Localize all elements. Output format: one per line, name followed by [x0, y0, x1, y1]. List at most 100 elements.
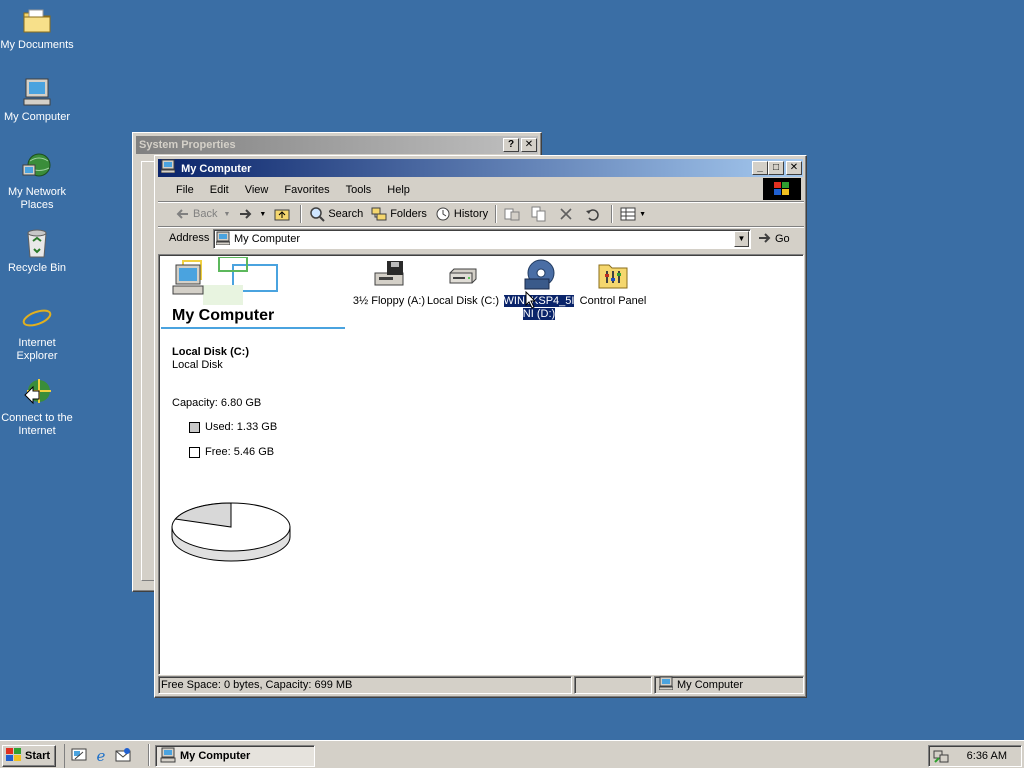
delete-icon: [558, 206, 574, 222]
maximize-button[interactable]: □: [768, 161, 784, 175]
desktop-icon-connect-to-internet[interactable]: Connect to the Internet: [0, 377, 74, 438]
system-tray: 6:36 AM: [928, 745, 1022, 767]
taskbar-divider: [148, 744, 150, 766]
address-input[interactable]: My Computer ▼: [213, 229, 751, 249]
desktop-icon-my-documents[interactable]: My Documents: [0, 4, 74, 52]
status-panel-info: Free Space: 0 bytes, Capacity: 699 MB: [158, 676, 572, 694]
desktop-icon-label: My Documents: [0, 39, 74, 51]
folders-icon: [371, 206, 387, 222]
show-desktop-icon[interactable]: [71, 747, 87, 766]
forward-button[interactable]: ▼: [234, 203, 270, 225]
free-swatch: [189, 446, 200, 458]
free-legend: Free: 5.46 GB: [189, 446, 274, 458]
status-panel-empty: [574, 676, 652, 694]
desktop-icon-internet-explorer[interactable]: e Internet Explorer: [0, 302, 74, 363]
undo-button[interactable]: [581, 203, 608, 225]
taskbar: Start e My Computer 6:36 AM: [0, 740, 1024, 768]
chevron-down-icon: ▼: [259, 210, 267, 218]
used-text: Used: 1.33 GB: [205, 421, 278, 433]
desktop-icon-my-computer[interactable]: My Computer: [0, 76, 74, 124]
up-folder-button[interactable]: [270, 203, 297, 225]
used-legend: Used: 1.33 GB: [189, 421, 277, 433]
menu-view[interactable]: View: [237, 181, 277, 199]
back-button[interactable]: Back ▼: [170, 203, 234, 225]
go-arrow-icon: [758, 232, 772, 247]
outlook-express-icon[interactable]: [115, 747, 131, 766]
menu-file[interactable]: File: [168, 181, 202, 199]
menu-tools[interactable]: Tools: [338, 181, 380, 199]
minimize-button[interactable]: _: [752, 161, 768, 175]
computer-icon: [171, 263, 205, 300]
drive-item-cd-d[interactable]: WIN2KSP4_5I NI (D:): [501, 259, 577, 321]
drive-name: Local Disk (C:): [172, 346, 250, 358]
address-dropdown-button[interactable]: ▼: [734, 231, 749, 247]
system-properties-titlebar[interactable]: System Properties ? ✕: [136, 136, 538, 154]
computer-icon: [215, 231, 231, 248]
taskbar-button-my-computer[interactable]: My Computer: [155, 745, 315, 767]
close-button[interactable]: ✕: [786, 161, 802, 175]
forward-arrow-icon: [238, 206, 254, 222]
quick-launch: e: [64, 744, 131, 768]
toolbar-separator: [611, 205, 614, 223]
delete-button[interactable]: [554, 203, 581, 225]
cd-drive-icon: [523, 259, 555, 291]
address-bar: Address My Computer ▼ Go: [160, 227, 802, 251]
page-title: My Computer: [172, 307, 275, 324]
free-text: Free: 5.46 GB: [205, 446, 275, 458]
menu-help[interactable]: Help: [379, 181, 418, 199]
recycle-bin-icon: [21, 227, 53, 259]
internet-explorer-icon: e: [21, 302, 53, 336]
toolbar-separator: [300, 205, 303, 223]
views-button[interactable]: ▼: [616, 203, 650, 225]
svg-text:e: e: [97, 747, 106, 763]
system-properties-body: [141, 161, 155, 581]
connect-internet-icon: [21, 377, 53, 409]
toolbar-separator: [495, 205, 498, 223]
mouse-cursor-icon: [525, 290, 537, 312]
windows-logo: [763, 178, 801, 200]
search-icon: [309, 206, 326, 222]
my-computer-titlebar[interactable]: My Computer _ □ ✕: [158, 159, 803, 177]
help-button[interactable]: ?: [503, 138, 519, 152]
folders-button[interactable]: Folders: [367, 203, 431, 225]
window-icon: [160, 159, 176, 179]
copy-to-button[interactable]: [527, 203, 554, 225]
status-zone-label: My Computer: [677, 679, 744, 691]
taskbar-button-label: My Computer: [180, 750, 251, 762]
content-pane[interactable]: My Computer Local Disk (C:) Local Disk C…: [158, 254, 804, 675]
close-button[interactable]: ✕: [521, 138, 537, 152]
move-to-button[interactable]: [500, 203, 527, 225]
desktop-icon-label: Connect to the Internet: [1, 412, 73, 437]
clock[interactable]: 6:36 AM: [967, 750, 1007, 762]
desktop-icon-my-network-places[interactable]: My Network Places: [0, 151, 74, 212]
start-label: Start: [25, 750, 51, 762]
search-button[interactable]: Search: [305, 203, 367, 225]
heading-underline: [161, 327, 345, 329]
drive-type: Local Disk: [172, 359, 223, 371]
folder-icon: [21, 4, 53, 36]
hard-disk-icon: [447, 259, 479, 291]
control-panel-item[interactable]: Control Panel: [575, 259, 651, 308]
network-tray-icon[interactable]: [933, 748, 949, 767]
chevron-down-icon: ▼: [639, 210, 647, 218]
go-button[interactable]: Go: [758, 229, 790, 249]
used-swatch: [189, 421, 200, 433]
internet-explorer-icon[interactable]: e: [93, 747, 109, 766]
window-title: System Properties: [139, 139, 236, 151]
windows-logo-icon: [6, 747, 22, 765]
computer-icon: [160, 747, 176, 766]
disk-usage-pie: [171, 502, 291, 562]
menu-favorites[interactable]: Favorites: [276, 181, 337, 199]
drive-item-local-disk-c[interactable]: Local Disk (C:): [425, 259, 501, 308]
drive-item-label: WIN2KSP4_5I NI (D:): [503, 295, 575, 320]
history-button[interactable]: History: [431, 203, 492, 225]
capacity-text: Capacity: 6.80 GB: [172, 397, 262, 409]
start-button[interactable]: Start: [2, 745, 56, 767]
desktop-icon-label: Internet Explorer: [16, 337, 58, 362]
menu-edit[interactable]: Edit: [202, 181, 237, 199]
standard-toolbar: Back ▼ ▼ Search Folders History ▼: [160, 202, 802, 226]
desktop-icon-recycle-bin[interactable]: Recycle Bin: [0, 227, 74, 275]
undo-icon: [585, 206, 601, 222]
address-value: My Computer: [234, 233, 301, 245]
drive-item-floppy[interactable]: 3½ Floppy (A:): [351, 259, 427, 308]
